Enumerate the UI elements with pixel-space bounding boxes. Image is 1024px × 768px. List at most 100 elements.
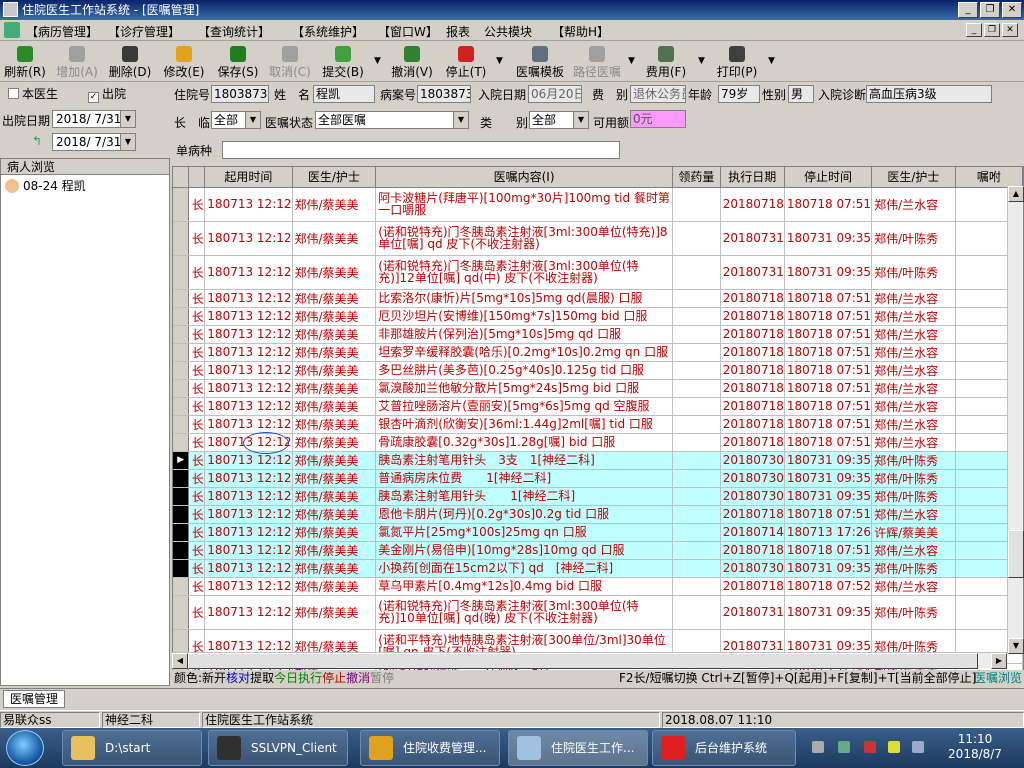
doctor-nurse-cell[interactable]: 郑伟/蔡美美 bbox=[292, 415, 377, 434]
dispense-qty-cell[interactable] bbox=[672, 469, 721, 488]
cancel-button[interactable]: 取消(C) bbox=[266, 44, 314, 80]
table-row[interactable]: 长 180713 12:12 郑伟/蔡美美 美金刚片(易倍申)[10mg*28s]10… bbox=[173, 541, 1023, 560]
doctor-nurse-cell[interactable]: 郑伟/蔡美美 bbox=[292, 343, 377, 362]
exec-date-cell[interactable]: 20180730 bbox=[720, 559, 785, 578]
start-time-cell[interactable]: 180713 12:12 bbox=[204, 307, 293, 326]
refresh-button[interactable]: 刷新(R) bbox=[2, 44, 48, 80]
scroll-left-icon[interactable]: ◀ bbox=[172, 653, 188, 669]
tray-network-icon[interactable] bbox=[888, 741, 900, 753]
row-indicator[interactable] bbox=[173, 433, 190, 452]
stop-time-cell[interactable]: 180731 09:35 bbox=[784, 487, 873, 506]
template-button[interactable]: 医嘱模板 bbox=[512, 44, 568, 80]
exec-date-cell[interactable]: 20180731 bbox=[720, 255, 785, 290]
stop-time-cell[interactable]: 180718 07:51 bbox=[784, 541, 873, 560]
order-content-cell[interactable]: 小换药[创面在15cm2以下] qd [神经二科] bbox=[375, 559, 673, 578]
single-disease-input[interactable] bbox=[222, 141, 620, 159]
row-indicator[interactable] bbox=[173, 397, 190, 416]
order-type-cell[interactable]: 长 bbox=[188, 289, 206, 308]
col-start-time[interactable]: 起用时间 bbox=[204, 167, 293, 188]
horizontal-scrollbar[interactable]: ◀ ▶ bbox=[172, 652, 1007, 669]
dispense-qty-cell[interactable] bbox=[672, 325, 721, 344]
start-time-cell[interactable]: 180713 12:12 bbox=[204, 451, 293, 470]
doctor-nurse-cell[interactable]: 郑伟/蔡美美 bbox=[292, 289, 377, 308]
order-type-cell[interactable]: 长 bbox=[188, 255, 206, 290]
stop-time-cell[interactable]: 180731 09:35 bbox=[784, 559, 873, 578]
dispense-qty-cell[interactable] bbox=[672, 307, 721, 326]
start-time-cell[interactable]: 180713 12:12 bbox=[204, 595, 293, 630]
doctor-nurse-cell[interactable]: 郑伟/蔡美美 bbox=[292, 505, 377, 524]
start-time-cell[interactable]: 180713 12:12 bbox=[204, 559, 293, 578]
menu-medical-record[interactable]: 【病历管理】 bbox=[26, 23, 98, 40]
start-time-cell[interactable]: 180713 12:12 bbox=[204, 397, 293, 416]
row-indicator[interactable] bbox=[173, 343, 190, 362]
stop-doctor-nurse-cell[interactable]: 郑伟/叶陈秀 bbox=[871, 595, 956, 630]
table-row[interactable]: 长 180713 12:12 郑伟/蔡美美 非那雄胺片(保列治)[5mg*10s]5m… bbox=[173, 325, 1023, 344]
start-button[interactable] bbox=[6, 730, 44, 766]
order-type-cell[interactable]: 长 bbox=[188, 559, 206, 578]
stop-doctor-nurse-cell[interactable]: 郑伟/叶陈秀 bbox=[871, 221, 956, 256]
order-content-cell[interactable]: 普通病房床位费 1[神经二科] bbox=[375, 469, 673, 488]
start-time-cell[interactable]: 180713 12:12 bbox=[204, 325, 293, 344]
start-time-cell[interactable]: 180713 12:12 bbox=[204, 343, 293, 362]
stop-dropdown-icon[interactable]: ▼ bbox=[496, 56, 503, 66]
order-content-cell[interactable]: 多巴丝肼片(美多芭)[0.25g*40s]0.125g tid 口服 bbox=[375, 361, 673, 380]
order-type-cell[interactable]: 长 bbox=[188, 451, 206, 470]
row-indicator[interactable] bbox=[173, 221, 190, 256]
stop-time-cell[interactable]: 180718 07:51 bbox=[784, 505, 873, 524]
row-indicator[interactable] bbox=[173, 379, 190, 398]
order-type-cell[interactable]: 长 bbox=[188, 343, 206, 362]
pathway-dropdown-icon[interactable]: ▼ bbox=[628, 56, 635, 66]
doctor-nurse-cell[interactable]: 郑伟/蔡美美 bbox=[292, 397, 377, 416]
dispense-qty-cell[interactable] bbox=[672, 187, 721, 222]
case-no-field[interactable]: 1803873 bbox=[417, 85, 471, 103]
stop-time-cell[interactable]: 180718 07:51 bbox=[784, 433, 873, 452]
start-time-cell[interactable]: 180713 12:12 bbox=[204, 523, 293, 542]
exec-date-cell[interactable]: 20180714 bbox=[720, 523, 785, 542]
exec-date-cell[interactable]: 20180718 bbox=[720, 361, 785, 380]
table-row[interactable]: 长 180713 12:12 郑伟/蔡美美 恩他卡朋片(珂丹)[0.2g*30s]0.… bbox=[173, 505, 1023, 524]
exec-date-cell[interactable]: 20180718 bbox=[720, 433, 785, 452]
age-field[interactable]: 79岁 bbox=[718, 85, 760, 103]
start-time-cell[interactable]: 180713 12:12 bbox=[204, 487, 293, 506]
order-content-cell[interactable]: 美金刚片(易倍申)[10mg*28s]10mg qd 口服 bbox=[375, 541, 673, 560]
scroll-up-icon[interactable]: ▲ bbox=[1008, 186, 1024, 202]
doctor-nurse-cell[interactable]: 郑伟/蔡美美 bbox=[292, 433, 377, 452]
stop-doctor-nurse-cell[interactable]: 郑伟/兰水容 bbox=[871, 307, 956, 326]
order-type-cell[interactable]: 长 bbox=[188, 433, 206, 452]
tray-arrow-icon[interactable] bbox=[812, 741, 824, 753]
row-indicator[interactable] bbox=[173, 523, 190, 542]
order-type-cell[interactable]: 长 bbox=[188, 469, 206, 488]
close-button[interactable]: ✕ bbox=[1002, 2, 1022, 18]
row-indicator[interactable] bbox=[173, 307, 190, 326]
start-time-cell[interactable]: 180713 12:12 bbox=[204, 415, 293, 434]
exec-date-cell[interactable]: 20180718 bbox=[720, 577, 785, 596]
row-indicator[interactable] bbox=[173, 595, 190, 630]
scroll-down-icon[interactable]: ▼ bbox=[1008, 638, 1024, 654]
taskbar-item[interactable]: 住院医生工作... bbox=[508, 730, 648, 766]
stop-time-cell[interactable]: 180731 09:35 bbox=[784, 255, 873, 290]
exec-date-cell[interactable]: 20180718 bbox=[720, 343, 785, 362]
sex-field[interactable]: 男 bbox=[788, 85, 814, 103]
discharged-checkbox[interactable]: ✓ 出院 bbox=[88, 85, 126, 103]
taskbar-clock[interactable]: 11:10 2018/8/7 bbox=[940, 732, 1010, 764]
stop-time-cell[interactable]: 180718 07:51 bbox=[784, 289, 873, 308]
stop-doctor-nurse-cell[interactable]: 郑伟/叶陈秀 bbox=[871, 255, 956, 290]
dispense-qty-cell[interactable] bbox=[672, 255, 721, 290]
exec-date-cell[interactable]: 20180731 bbox=[720, 595, 785, 630]
stop-time-cell[interactable]: 180731 09:35 bbox=[784, 595, 873, 630]
order-type-cell[interactable]: 长 bbox=[188, 541, 206, 560]
table-row[interactable]: 长 180713 12:12 郑伟/蔡美美 阿卡波糖片(拜唐平)[100mg*30片]… bbox=[173, 187, 1023, 222]
start-time-cell[interactable]: 180713 12:12 bbox=[204, 361, 293, 380]
back-arrow-icon[interactable]: ↰ bbox=[32, 134, 46, 148]
dispense-qty-cell[interactable] bbox=[672, 221, 721, 256]
stop-doctor-nurse-cell[interactable]: 郑伟/兰水容 bbox=[871, 187, 956, 222]
doctor-nurse-cell[interactable]: 郑伟/蔡美美 bbox=[292, 255, 377, 290]
stop-time-cell[interactable]: 180718 07:51 bbox=[784, 361, 873, 380]
taskbar-item[interactable]: SSLVPN_Client bbox=[208, 730, 348, 766]
doctor-nurse-cell[interactable]: 郑伟/蔡美美 bbox=[292, 307, 377, 326]
taskbar-item[interactable]: D:\start bbox=[62, 730, 202, 766]
minimize-button[interactable]: _ bbox=[958, 2, 978, 18]
table-row[interactable]: 长 180713 12:12 郑伟/蔡美美 氯氮平片[25mg*100s]25mg q… bbox=[173, 523, 1023, 542]
doctor-nurse-cell[interactable]: 郑伟/蔡美美 bbox=[292, 469, 377, 488]
taskbar-item[interactable]: 后台维护系统 bbox=[652, 730, 796, 766]
